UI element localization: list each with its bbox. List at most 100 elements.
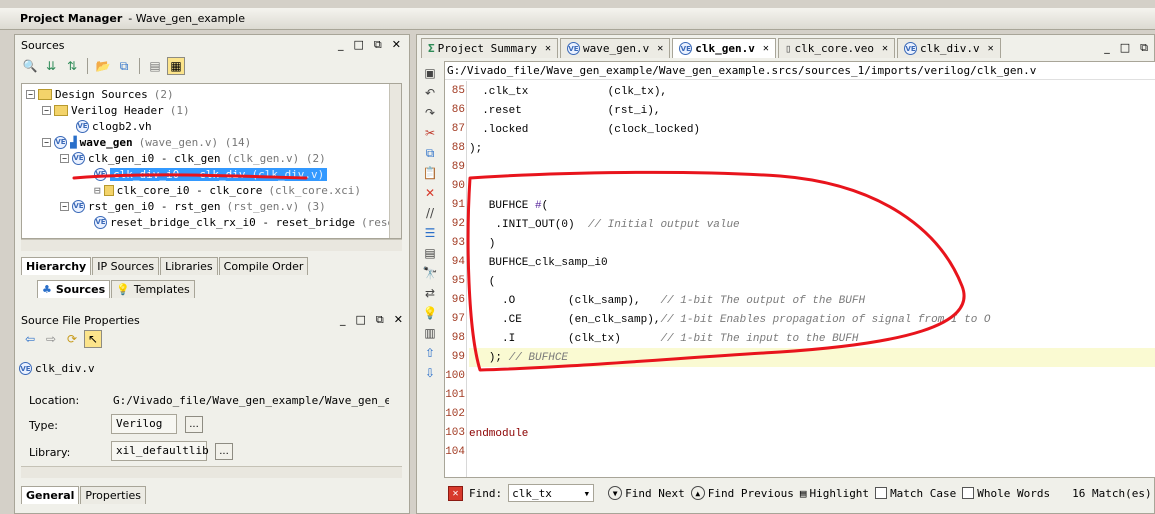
maximize-icon[interactable]: □: [1120, 41, 1130, 55]
sources-header: Sources _ □ ⧉ ✕: [15, 35, 409, 55]
match-count: 16 Match(es): [1072, 486, 1152, 500]
select-pointer-icon[interactable]: ↖: [84, 330, 102, 348]
minimize-icon[interactable]: _: [1104, 41, 1110, 55]
minimize-icon[interactable]: _: [338, 38, 344, 52]
tab-general[interactable]: General: [21, 486, 80, 504]
restore-icon[interactable]: ⧉: [376, 313, 384, 327]
hierarchy-update-icon[interactable]: ⧉: [115, 57, 133, 75]
document-icon[interactable]: ▤: [146, 57, 164, 75]
find-icon[interactable]: 🔭: [422, 265, 438, 281]
tree-item[interactable]: − VE ▟ wave_gen (wave_gen.v) (14): [42, 134, 251, 150]
library-browse-button[interactable]: ...: [215, 443, 233, 460]
forward-icon[interactable]: ⇨: [42, 330, 60, 348]
tree-item[interactable]: − Verilog Header (1): [42, 102, 190, 118]
comment-icon[interactable]: //: [422, 205, 438, 221]
restore-icon[interactable]: ⧉: [374, 38, 382, 52]
book-icon[interactable]: ▥: [422, 325, 438, 341]
verilog-file-icon: VE: [72, 199, 85, 213]
tab-hierarchy[interactable]: Hierarchy: [21, 257, 92, 275]
file-path: G:/Vivado_file/Wave_gen_example/Wave_gen…: [445, 62, 1155, 80]
expand-all-icon[interactable]: ⇅: [63, 57, 81, 75]
tab-compile-order[interactable]: Compile Order: [218, 257, 309, 275]
sources-subtabs: ♣ Sources 💡 Templates: [37, 280, 196, 298]
maximize-icon[interactable]: □: [354, 38, 364, 52]
code-editor[interactable]: G:/Vivado_file/Wave_gen_example/Wave_gen…: [444, 61, 1155, 478]
undo-icon[interactable]: ↶: [422, 85, 438, 101]
show-properties-icon[interactable]: ▦: [167, 57, 185, 75]
collapse-icon[interactable]: −: [26, 89, 35, 99]
close-icon[interactable]: ✕: [392, 38, 401, 52]
close-tab-icon[interactable]: ✕: [988, 43, 994, 54]
collapse-all-icon[interactable]: ⇊: [42, 57, 60, 75]
line-number: 96: [451, 294, 465, 306]
tab-sources[interactable]: ♣ Sources: [37, 280, 111, 298]
highlight-button[interactable]: ▤ Highlight: [800, 487, 869, 500]
line-number: 87: [451, 123, 465, 135]
cut-icon[interactable]: ✂: [422, 125, 438, 141]
tree-vertical-scrollbar[interactable]: [389, 84, 401, 238]
tree-horizontal-scrollbar[interactable]: [21, 239, 402, 251]
tree-item[interactable]: VE clogb2.vh: [76, 118, 152, 134]
move-up-icon[interactable]: ⇧: [422, 345, 438, 361]
save-icon[interactable]: ▣: [422, 65, 438, 81]
code-line: BUFHCE_clk_samp_i0: [469, 256, 608, 269]
chevron-down-icon[interactable]: ▾: [584, 487, 591, 500]
tree-item[interactable]: − VE clk_gen_i0 - clk_gen (clk_gen.v) (2…: [60, 150, 326, 166]
code-line: .CE (en_clk_samp),// 1-bit Enables propa…: [469, 313, 991, 326]
tab-ip-sources[interactable]: IP Sources: [92, 257, 160, 275]
close-tab-icon[interactable]: ✕: [657, 43, 663, 54]
whole-words-checkbox[interactable]: Whole Words: [962, 487, 1050, 500]
indent-icon[interactable]: ☰: [422, 225, 438, 241]
maximize-icon[interactable]: □: [356, 313, 366, 327]
tab-clk-gen[interactable]: VE clk_gen.v ✕: [672, 38, 776, 58]
lightbulb-icon[interactable]: 💡: [422, 305, 438, 321]
line-number: 98: [451, 332, 465, 344]
back-icon[interactable]: ⇦: [21, 330, 39, 348]
paste-icon[interactable]: 📋: [422, 165, 438, 181]
collapse-icon[interactable]: −: [60, 153, 69, 163]
tree-item[interactable]: VE reset_bridge_clk_rx_i0 - reset_bridge…: [94, 214, 401, 230]
tab-properties[interactable]: Properties: [80, 486, 146, 504]
close-tab-icon[interactable]: ✕: [545, 43, 551, 54]
line-number: 91: [451, 199, 465, 211]
redo-icon[interactable]: ↷: [422, 105, 438, 121]
move-down-icon[interactable]: ⇩: [422, 365, 438, 381]
tree-item[interactable]: − Design Sources (2): [26, 86, 174, 102]
minimize-icon[interactable]: _: [340, 313, 346, 327]
add-sources-icon[interactable]: 📂: [94, 57, 112, 75]
find-input[interactable]: clk_tx ▾: [508, 484, 595, 502]
tab-wave-gen[interactable]: VE wave_gen.v ✕: [560, 38, 671, 58]
close-tab-icon[interactable]: ✕: [882, 43, 888, 54]
close-icon[interactable]: ✕: [394, 313, 403, 327]
tab-clk-core[interactable]: ▯ clk_core.veo ✕: [777, 38, 896, 58]
tab-project-summary[interactable]: Σ Project Summary ✕: [421, 38, 558, 58]
sources-tree: − Design Sources (2) − Verilog Header (1…: [21, 83, 402, 239]
search-icon[interactable]: 🔍: [21, 57, 39, 75]
collapse-icon[interactable]: −: [42, 137, 51, 147]
tab-clk-div[interactable]: VE clk_div.v ✕: [897, 38, 1001, 58]
copy-icon[interactable]: ⧉: [422, 145, 438, 161]
match-case-checkbox[interactable]: Match Case: [875, 487, 956, 500]
find-previous-button[interactable]: ▲ Find Previous: [690, 486, 794, 500]
collapse-icon[interactable]: −: [42, 105, 51, 115]
project-name: - Wave_gen_example: [128, 12, 245, 25]
delete-icon[interactable]: ✕: [422, 185, 438, 201]
close-find-icon[interactable]: ✕: [448, 485, 463, 501]
refresh-icon[interactable]: ⟳: [63, 330, 81, 348]
line-number: 104: [445, 446, 465, 458]
insert-template-icon[interactable]: ▤: [422, 245, 438, 261]
collapse-icon[interactable]: −: [60, 201, 69, 211]
replace-icon[interactable]: ⇄: [422, 285, 438, 301]
properties-horizontal-scrollbar[interactable]: [21, 466, 402, 478]
find-next-button[interactable]: ▼ Find Next: [608, 486, 685, 500]
tree-item-selected[interactable]: VE clk_div_i0 - clk_div (clk_div.v): [94, 166, 328, 182]
tab-templates[interactable]: 💡 Templates: [111, 280, 195, 298]
sources-toolbar: 🔍 ⇊ ⇅ 📂 ⧉ ▤ ▦: [15, 55, 409, 77]
close-tab-icon[interactable]: ✕: [763, 43, 769, 54]
type-browse-button[interactable]: ...: [185, 416, 203, 433]
restore-icon[interactable]: ⧉: [1140, 41, 1148, 55]
tree-item[interactable]: ⊟ clk_core_i0 - clk_core (clk_core.xci): [94, 182, 361, 198]
tree-item[interactable]: − VE rst_gen_i0 - rst_gen (rst_gen.v) (3…: [60, 198, 326, 214]
tab-libraries[interactable]: Libraries: [160, 257, 218, 275]
